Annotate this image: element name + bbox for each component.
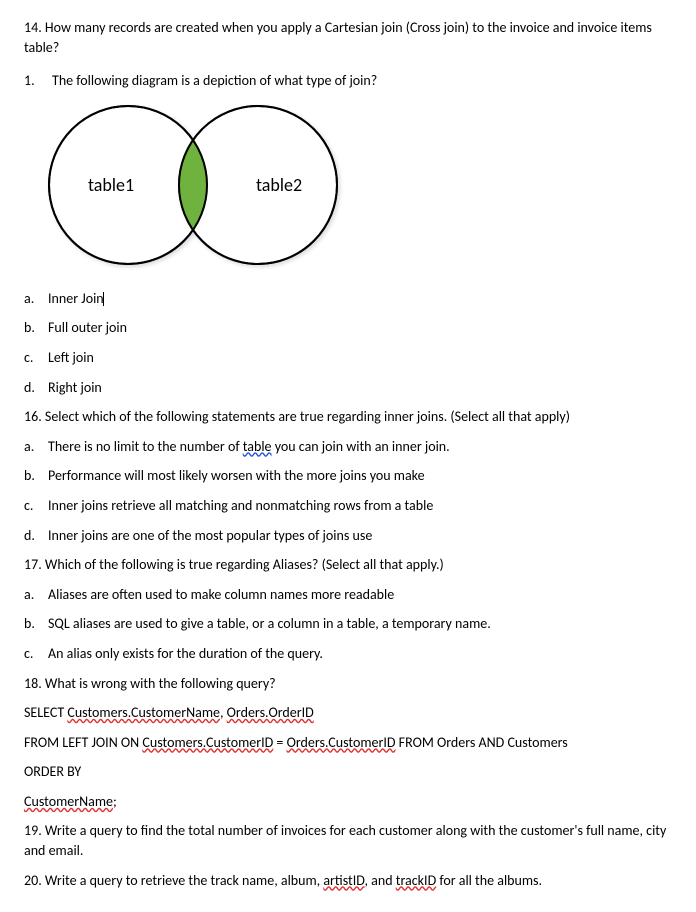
option-letter: a. — [24, 289, 48, 309]
option-letter: c. — [24, 644, 48, 664]
spell-underline: Customers.CustomerName — [67, 704, 220, 721]
question-16: 16. Select which of the following statem… — [24, 407, 672, 427]
sql-line-1: SELECT Customers.CustomerName, Orders.Or… — [24, 703, 672, 723]
spell-underline: Orders.CustomerID — [287, 734, 396, 751]
option-text: There is no limit to the number of table… — [48, 437, 672, 457]
spell-underline: trackID — [396, 872, 436, 889]
spell-underline: Customers.CustomerID — [142, 734, 273, 751]
option-letter: a. — [24, 585, 48, 605]
option-c: c. Inner joins retrieve all matching and… — [24, 496, 672, 516]
option-a: a. There is no limit to the number of ta… — [24, 437, 672, 457]
option-b: b. Performance will most likely worsen w… — [24, 466, 672, 486]
option-letter: b. — [24, 318, 48, 338]
option-letter: d. — [24, 378, 48, 398]
q16-options: a. There is no limit to the number of ta… — [24, 437, 672, 545]
option-a: a. Aliases are often used to make column… — [24, 585, 672, 605]
option-b: b. Full outer join — [24, 318, 672, 338]
option-text: Aliases are often used to make column na… — [48, 585, 672, 605]
option-text: Full outer join — [48, 318, 672, 338]
option-text: Inner Join — [48, 289, 672, 309]
sub-text: The following diagram is a depiction of … — [52, 71, 672, 91]
option-b: b. SQL aliases are used to give a table,… — [24, 614, 672, 634]
sub-number: 1. — [24, 71, 52, 91]
sql-line-4: CustomerName; — [24, 792, 672, 812]
option-c: c. An alias only exists for the duration… — [24, 644, 672, 664]
question-14: 14. How many records are created when yo… — [24, 18, 672, 57]
q14-sub-1: 1. The following diagram is a depiction … — [24, 71, 672, 91]
option-a: a. Inner Join — [24, 289, 672, 309]
option-d: d. Right join — [24, 378, 672, 398]
spell-underline: artistID — [323, 872, 364, 889]
sql-line-3: ORDER BY — [24, 762, 672, 782]
option-text: Inner joins retrieve all matching and no… — [48, 496, 672, 516]
spell-underline: CustomerName — [24, 793, 113, 810]
spell-underline: Orders.OrderID — [227, 704, 314, 721]
option-letter: b. — [24, 466, 48, 486]
option-letter: c. — [24, 496, 48, 516]
question-18: 18. What is wrong with the following que… — [24, 674, 672, 694]
option-text: An alias only exists for the duration of… — [48, 644, 672, 664]
option-letter: d. — [24, 526, 48, 546]
sql-line-2: FROM LEFT JOIN ON Customers.CustomerID =… — [24, 733, 672, 753]
option-text: SQL aliases are used to give a table, or… — [48, 614, 672, 634]
text-cursor-icon — [103, 292, 104, 306]
venn-diagram: table1 table2 — [48, 105, 378, 275]
q14-options: a. Inner Join b. Full outer join c. Left… — [24, 289, 672, 397]
option-d: d. Inner joins are one of the most popul… — [24, 526, 672, 546]
venn-left-label: table1 — [88, 173, 134, 198]
option-text: Performance will most likely worsen with… — [48, 466, 672, 486]
option-text: Left join — [48, 348, 672, 368]
option-c: c. Left join — [24, 348, 672, 368]
question-17: 17. Which of the following is true regar… — [24, 555, 672, 575]
option-letter: b. — [24, 614, 48, 634]
question-20: 20. Write a query to retrieve the track … — [24, 871, 672, 891]
option-text: Right join — [48, 378, 672, 398]
option-letter: a. — [24, 437, 48, 457]
grammar-underline: table — [243, 438, 272, 455]
q17-options: a. Aliases are often used to make column… — [24, 585, 672, 664]
question-19: 19. Write a query to find the total numb… — [24, 821, 672, 860]
venn-right-label: table2 — [256, 173, 302, 198]
option-letter: c. — [24, 348, 48, 368]
option-text: Inner joins are one of the most popular … — [48, 526, 672, 546]
